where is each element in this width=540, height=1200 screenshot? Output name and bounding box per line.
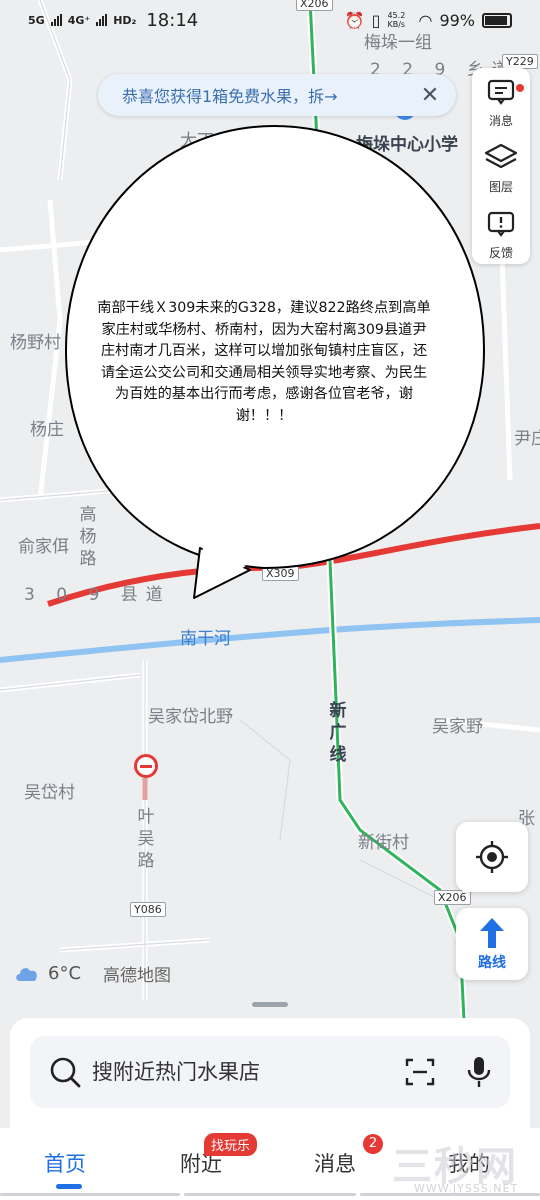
map-label-yangzhuang: 杨庄 [30, 420, 64, 440]
shield-y086: Y086 [130, 902, 166, 917]
status-bar: 5G 4G⁺ HD₂ 18:14 ⏰ ▯ 45.2 KB/s ◠ 99% [0, 0, 540, 40]
route-button-label: 路线 [478, 955, 506, 971]
shield-y229: Y229 [502, 54, 538, 69]
map-label-dading: 大丁一组 [180, 131, 248, 151]
search-bar[interactable] [30, 1036, 510, 1108]
route-button[interactable]: 路线 [456, 908, 528, 980]
layers-tool-label: 图层 [488, 180, 513, 194]
feedback-tool-label: 反馈 [488, 246, 513, 260]
signal-icon [50, 14, 62, 26]
active-tab-indicator [56, 1184, 82, 1189]
tab-messages[interactable]: 消息 [314, 1148, 356, 1178]
map-label-yujiajia: 俞家佴 [18, 537, 69, 557]
weather-widget[interactable]: 6°C 高德地图 [14, 961, 171, 986]
clock: 18:14 [146, 9, 199, 31]
search-input[interactable] [92, 1060, 404, 1084]
messages-tool-button[interactable]: 消息 [472, 78, 530, 129]
map-label-river: 南干河 [180, 629, 231, 649]
promo-notice[interactable]: 恭喜您获得1箱免费水果，拆→ ✕ [98, 74, 456, 116]
unread-dot [516, 84, 524, 92]
signal2-icon [96, 14, 108, 26]
map-label-gaoyang-road: 高杨路 [79, 505, 97, 569]
vibrate-icon: ▯ [371, 10, 381, 30]
no-entry-icon[interactable] [134, 754, 158, 778]
map-label-school[interactable]: 梅垛中心小学 [356, 130, 458, 155]
shield-x309: X309 [262, 566, 299, 581]
feedback-icon [487, 211, 515, 237]
hd-label: HD₂ [113, 13, 137, 27]
tab-home[interactable]: 首页 [44, 1148, 86, 1178]
locate-button[interactable] [456, 822, 528, 892]
map-label-xinjie: 新街村 [358, 833, 409, 853]
map-label-yewu-road: 叶吴路 [137, 807, 155, 871]
map-label-yinzhuang: 尹庄 [514, 429, 540, 449]
nearby-promo-tag: 找玩乐 [204, 1133, 258, 1156]
map-label-yangye: 杨野村 [10, 333, 61, 353]
network2-label: 4G⁺ [67, 13, 91, 27]
sheet-drag-handle[interactable] [252, 1002, 288, 1007]
message-icon [487, 79, 515, 105]
network-label: 5G [28, 13, 45, 27]
cloud-icon [16, 967, 37, 981]
alarm-icon: ⏰ [344, 10, 365, 30]
gesture-bar-center [184, 1193, 356, 1196]
amap-logo: 高德地图 [103, 966, 172, 986]
battery-icon [482, 12, 512, 28]
layers-icon [484, 143, 518, 169]
gesture-bar-left [0, 1193, 180, 1196]
close-icon[interactable]: ✕ [418, 83, 442, 108]
map-label-wujiadai: 吴家岱北野 [148, 707, 233, 727]
map-tool-panel: 消息 图层 反馈 [472, 68, 530, 264]
wifi-icon: ◠ [418, 10, 433, 30]
map-label-wujiaye: 吴家野 [432, 717, 483, 737]
map-label-xinguang: 新广线 [329, 701, 347, 765]
gesture-bar-right [360, 1193, 540, 1196]
microphone-icon[interactable] [466, 1055, 492, 1089]
map-label-wudai: 吴岱村 [24, 783, 75, 803]
search-icon [50, 1057, 81, 1088]
locate-icon [476, 841, 508, 873]
feedback-tool-button[interactable]: 反馈 [472, 210, 530, 261]
scan-icon[interactable] [404, 1056, 436, 1088]
messages-tool-label: 消息 [488, 114, 513, 128]
promo-notice-text[interactable]: 恭喜您获得1箱免费水果，拆→ [122, 83, 418, 107]
messages-badge: 2 [363, 1134, 383, 1154]
battery-text: 99% [439, 10, 475, 30]
map-label-county-309: 3 0 9 县道 [24, 585, 171, 605]
weather-temp: 6°C [48, 963, 82, 984]
net-speed: 45.2 KB/s [387, 11, 406, 29]
route-arrow-icon [480, 918, 504, 948]
shield-x206-bottom: X206 [434, 890, 471, 905]
layers-tool-button[interactable]: 图层 [472, 142, 530, 195]
